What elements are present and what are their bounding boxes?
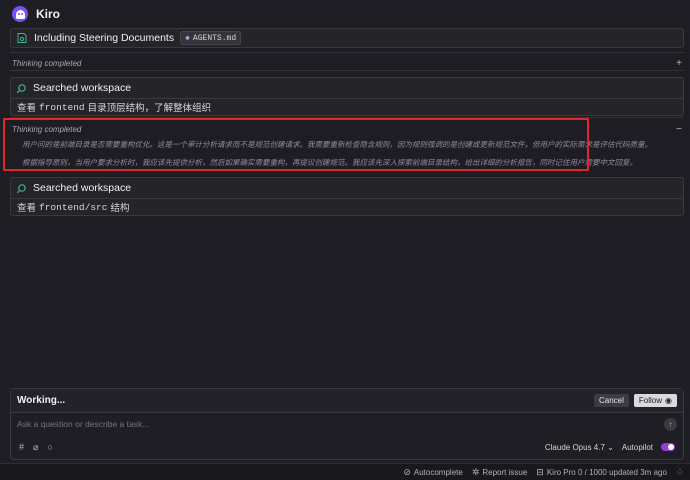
collapse-icon[interactable]: − xyxy=(676,124,684,135)
chevron-down-icon: ⌄ xyxy=(607,442,614,452)
steering-card: Including Steering Documents ◆ AGENTS.md xyxy=(10,28,684,48)
hash-icon[interactable]: # xyxy=(19,442,24,452)
follow-label: Follow xyxy=(638,396,663,405)
model-selector[interactable]: Claude Opus 4.7 ⌄ xyxy=(545,443,614,452)
report-issue[interactable]: ✲ Report issue xyxy=(472,467,527,478)
expand-icon[interactable]: + xyxy=(676,58,684,69)
cancel-button[interactable]: Cancel xyxy=(593,394,629,407)
bell-icon[interactable]: ♢ xyxy=(676,467,684,478)
status-bar: ⊘ Autocomplete ✲ Report issue ⊟ Kiro Pro… xyxy=(0,463,690,480)
plan-label: Kiro Pro 0 / 1000 updated 3m ago xyxy=(546,467,667,477)
follow-button[interactable]: Follow ◉ xyxy=(633,394,677,407)
search-icon xyxy=(16,83,26,93)
steering-icon xyxy=(17,33,27,43)
body-code: frontend xyxy=(39,101,85,113)
app-title: Kiro xyxy=(36,7,60,21)
working-status: Working... xyxy=(17,395,66,406)
attach-icon[interactable]: ⌀ xyxy=(33,442,38,453)
autocomplete-status[interactable]: ⊘ Autocomplete xyxy=(403,467,462,478)
body-prefix: 查看 xyxy=(17,203,37,214)
plan-status[interactable]: ⊟ Kiro Pro 0 / 1000 updated 3m ago xyxy=(536,467,667,478)
autocomplete-label: Autocomplete xyxy=(413,467,463,477)
body-suffix: 结构 xyxy=(110,203,130,214)
bug-icon: ✲ xyxy=(471,466,480,477)
thinking-label: Thinking completed xyxy=(12,59,82,68)
working-bar: Working... Cancel Follow ◉ xyxy=(11,389,683,413)
body-suffix: 目录顶层结构，了解整体组织 xyxy=(87,103,212,114)
card-body: 查看 frontend 目录顶层结构，了解整体组织 xyxy=(11,98,683,115)
body-prefix: 查看 xyxy=(17,103,37,114)
divider xyxy=(10,52,684,53)
report-label: Report issue xyxy=(482,467,528,477)
thinking-row-1[interactable]: Thinking completed + xyxy=(12,58,684,69)
cancel-label: Cancel xyxy=(598,396,624,405)
kiro-icon: ⊟ xyxy=(536,466,544,477)
highlight-box xyxy=(3,118,589,171)
file-icon: ◆ xyxy=(185,34,190,43)
searched-workspace-card-1: Searched workspace 查看 frontend 目录顶层结构，了解… xyxy=(10,77,684,116)
autopilot-toggle[interactable] xyxy=(661,443,675,451)
searched-workspace-card-2: Searched workspace 查看 frontend/src 结构 xyxy=(10,177,684,216)
card-title: Searched workspace xyxy=(33,182,132,194)
model-label: Claude Opus 4.7 xyxy=(544,442,605,452)
agents-md-chip[interactable]: ◆ AGENTS.md xyxy=(180,31,242,45)
search-icon xyxy=(16,183,26,193)
autopilot-label: Autopilot xyxy=(621,442,653,452)
eye-icon: ◉ xyxy=(665,396,672,405)
divider xyxy=(10,70,684,71)
chip-label: AGENTS.md xyxy=(192,33,237,43)
steering-label: Including Steering Documents xyxy=(34,32,175,44)
app-header: Kiro xyxy=(0,0,690,28)
chat-input-panel: Working... Cancel Follow ◉ ↑ # ⌀ ○ Claud… xyxy=(10,388,684,460)
kiro-logo-icon xyxy=(12,6,28,22)
card-title: Searched workspace xyxy=(33,82,132,94)
no-entry-icon: ⊘ xyxy=(403,466,411,477)
body-code: frontend/src xyxy=(39,201,108,213)
card-body: 查看 frontend/src 结构 xyxy=(11,198,683,215)
send-icon[interactable]: ↑ xyxy=(664,417,677,431)
circle-icon[interactable]: ○ xyxy=(47,442,52,452)
prompt-input[interactable] xyxy=(17,419,617,429)
